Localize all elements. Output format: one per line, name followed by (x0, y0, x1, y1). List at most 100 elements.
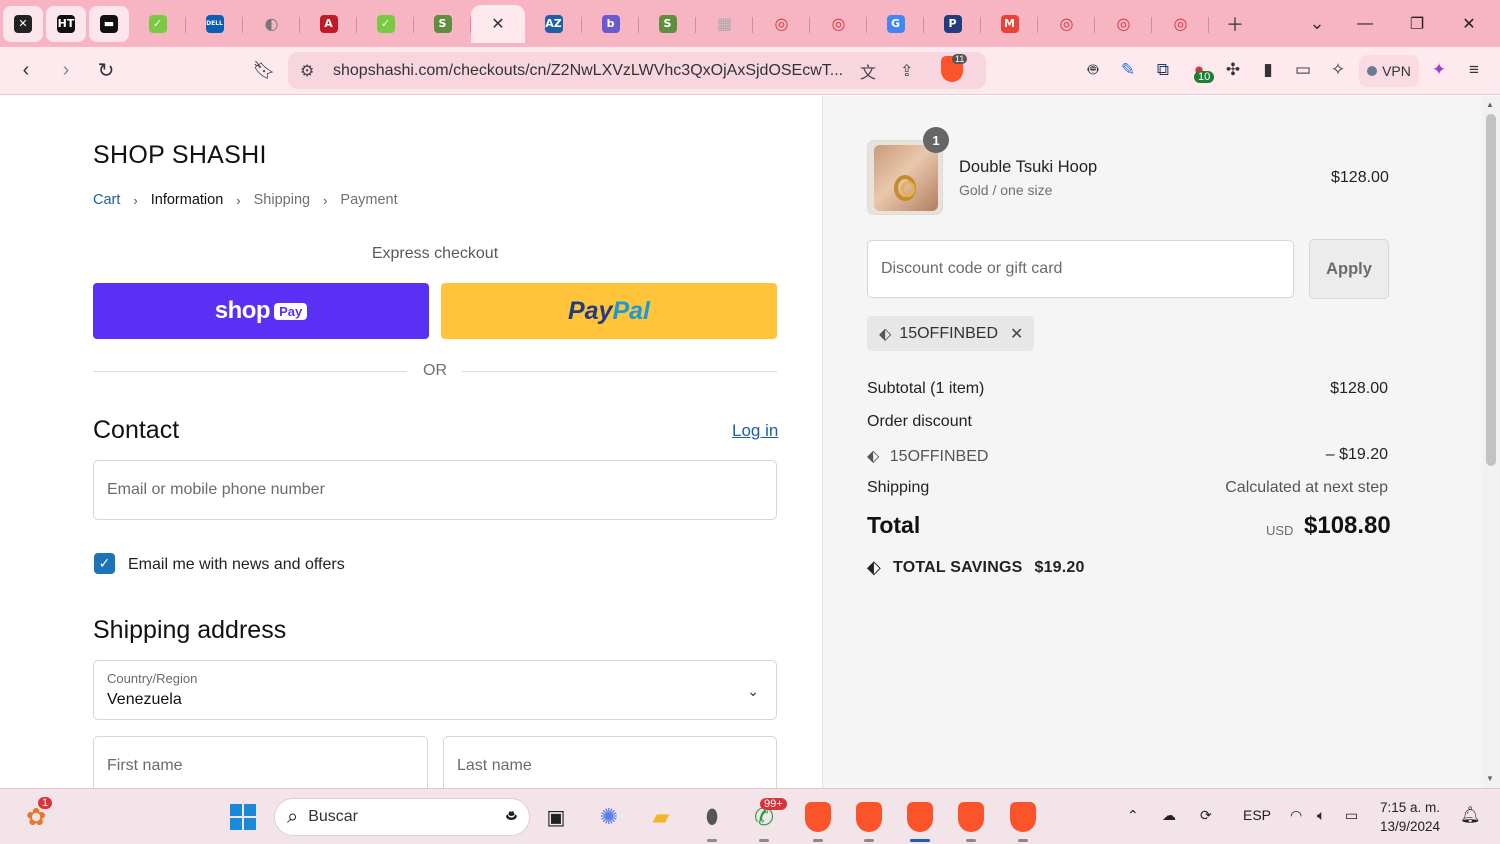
browser-tab[interactable]: G (867, 5, 924, 43)
browser-tab[interactable]: S (639, 5, 696, 43)
robot-extension-icon[interactable]: 🤖︎ (1080, 56, 1106, 84)
active-tab[interactable]: ✕ (471, 4, 525, 43)
menu-icon[interactable]: ≡ (1461, 56, 1487, 84)
browser-tab[interactable]: ◎ (1038, 5, 1095, 43)
language-indicator[interactable]: ESP (1243, 807, 1271, 823)
restore-button[interactable]: ❐ (1391, 1, 1443, 47)
chevron-right-icon: › (133, 192, 138, 208)
start-button[interactable] (225, 799, 261, 835)
bookmark-icon[interactable]: 🔖︎ (246, 53, 282, 89)
newsletter-label[interactable]: Email me with news and offers (128, 556, 345, 574)
browser-tab[interactable]: P (924, 5, 981, 43)
country-value: Venezuela (107, 691, 182, 708)
volume-icon[interactable]: 🔈︎ (1317, 807, 1325, 824)
minimize-button[interactable]: — (1339, 1, 1391, 47)
url-text[interactable]: shopshashi.com/checkouts/cn/Z2NwLXVzLWVh… (333, 62, 843, 80)
translate-icon[interactable]: 文 (860, 59, 876, 83)
browser-tab[interactable]: ✓ (129, 5, 186, 43)
edit-extension-icon[interactable]: ✎ (1115, 56, 1141, 84)
chevron-right-icon: › (236, 192, 241, 208)
forward-button[interactable]: › (48, 53, 84, 89)
browser-tab[interactable]: A (300, 5, 357, 43)
discount-code-input[interactable]: Discount code or gift card (867, 240, 1294, 298)
country-select[interactable]: Country/Region Venezuela ⌄ (93, 660, 777, 720)
brave-rewards-icon[interactable]: ✦ (1426, 56, 1452, 84)
taskbar-search[interactable]: ⌕ Buscar 🎩︎ (274, 798, 530, 836)
apply-button[interactable]: Apply (1309, 239, 1389, 299)
login-link[interactable]: Log in (732, 421, 778, 441)
battery-icon[interactable]: ▭ (1345, 807, 1358, 824)
express-checkout-label: Express checkout (371, 245, 499, 262)
file-explorer-button[interactable]: ▰ (643, 799, 679, 835)
copilot-button[interactable]: ✺ (591, 799, 627, 835)
brave-window-3[interactable] (902, 799, 938, 842)
page-scrollbar[interactable]: ▲ ▼ (1482, 96, 1500, 788)
browser-tab[interactable]: ✓ (357, 5, 414, 43)
ht-icon: HT (57, 14, 75, 33)
sync-icon[interactable]: ⟳ (1200, 807, 1212, 824)
sidebar-icon[interactable]: ▮ (1255, 56, 1281, 84)
browser-tab[interactable]: ◎ (753, 5, 810, 43)
email-field[interactable]: Email or mobile phone number (93, 460, 777, 520)
paypal-button[interactable]: Pay Pal (441, 283, 777, 339)
grey-grid-icon: ▦ (716, 14, 733, 33)
brave-icon (805, 802, 831, 832)
last-name-field[interactable]: Last name (443, 736, 777, 788)
terminal-app-icon: ▬ (100, 14, 118, 33)
breadcrumb-cart[interactable]: Cart (93, 192, 120, 208)
browser-tab[interactable]: AZ (525, 5, 582, 43)
browser-tab[interactable]: ◎ (1152, 5, 1209, 43)
green-leaf-icon: ✓ (376, 14, 395, 33)
remove-code-icon[interactable]: ✕ (1010, 324, 1023, 344)
browser-tab[interactable]: ◐ (243, 5, 300, 43)
scroll-down-icon[interactable]: ▼ (1486, 774, 1494, 783)
notifications-bell-icon[interactable]: 🔔︎ (1460, 805, 1480, 825)
wallet-icon[interactable]: ▭ (1290, 56, 1316, 84)
first-name-field[interactable]: First name (93, 736, 428, 788)
show-hidden-icons-icon[interactable]: ⌃ (1127, 807, 1139, 824)
browser-tab[interactable]: DELL (186, 5, 243, 43)
scroll-up-icon[interactable]: ▲ (1486, 100, 1494, 109)
newsletter-checkbox[interactable]: ✓ (94, 553, 115, 574)
leo-ai-icon[interactable]: ✧ (1325, 56, 1351, 84)
extensions-puzzle-icon[interactable]: ✣ (1220, 56, 1246, 84)
browser-tab[interactable]: ◎ (1095, 5, 1152, 43)
close-window-button[interactable]: ✕ (1443, 1, 1495, 47)
browser-tab[interactable]: S (414, 5, 471, 43)
shop-pay-button[interactable]: shop Pay (93, 283, 429, 339)
scroll-thumb[interactable] (1486, 114, 1496, 466)
browser-tab[interactable]: ▦ (696, 5, 753, 43)
wifi-icon[interactable]: ◠ (1290, 807, 1302, 824)
browser-tab[interactable]: ◎ (810, 5, 867, 43)
order-summary-panel: 1 Double Tsuki Hoop Gold / one size $128… (822, 96, 1482, 788)
shopify-icon: S (433, 14, 452, 33)
pinned-tab[interactable]: HT (46, 5, 86, 42)
vpn-button[interactable]: VPN (1359, 55, 1419, 87)
browser-tab[interactable]: b (582, 5, 639, 43)
paypal-logo-part1: Pay (567, 296, 613, 325)
pinned-tab[interactable]: ✕ (3, 5, 43, 42)
shop-title[interactable]: SHOP SHASHI (93, 141, 267, 170)
task-view-button[interactable]: ▣ (538, 799, 574, 835)
address-bar[interactable]: ⚙︎ shopshashi.com/checkouts/cn/Z2NwLXVzL… (288, 52, 986, 89)
brave-window-5[interactable] (1005, 799, 1041, 842)
brave-window-2[interactable] (851, 799, 887, 842)
pinned-tab[interactable]: ▬ (89, 5, 129, 42)
x-app-icon: ✕ (14, 14, 32, 33)
back-button[interactable]: ‹ (8, 53, 44, 89)
onedrive-icon[interactable]: ☁ (1162, 807, 1176, 824)
code-extension-icon[interactable]: ⧉ (1150, 56, 1176, 84)
brave-window-4[interactable] (953, 799, 989, 842)
site-info-icon[interactable]: ⚙︎ (300, 61, 314, 81)
clock[interactable]: 7:15 a. m. 13/9/2024 (1380, 798, 1440, 836)
close-tab-icon[interactable]: ✕ (491, 14, 504, 34)
chevron-right-icon: › (323, 192, 328, 208)
new-tab-button[interactable]: ＋ (1215, 5, 1255, 43)
search-label: Buscar (308, 808, 358, 825)
mouse-app-button[interactable]: ⬮ (694, 799, 730, 842)
share-icon[interactable]: ⇪ (900, 61, 913, 81)
tab-search-button[interactable]: ⌄ (1297, 5, 1337, 43)
brave-window-1[interactable] (800, 799, 836, 842)
browser-tab[interactable]: M (981, 5, 1038, 43)
reload-button[interactable]: ↻ (88, 53, 124, 89)
